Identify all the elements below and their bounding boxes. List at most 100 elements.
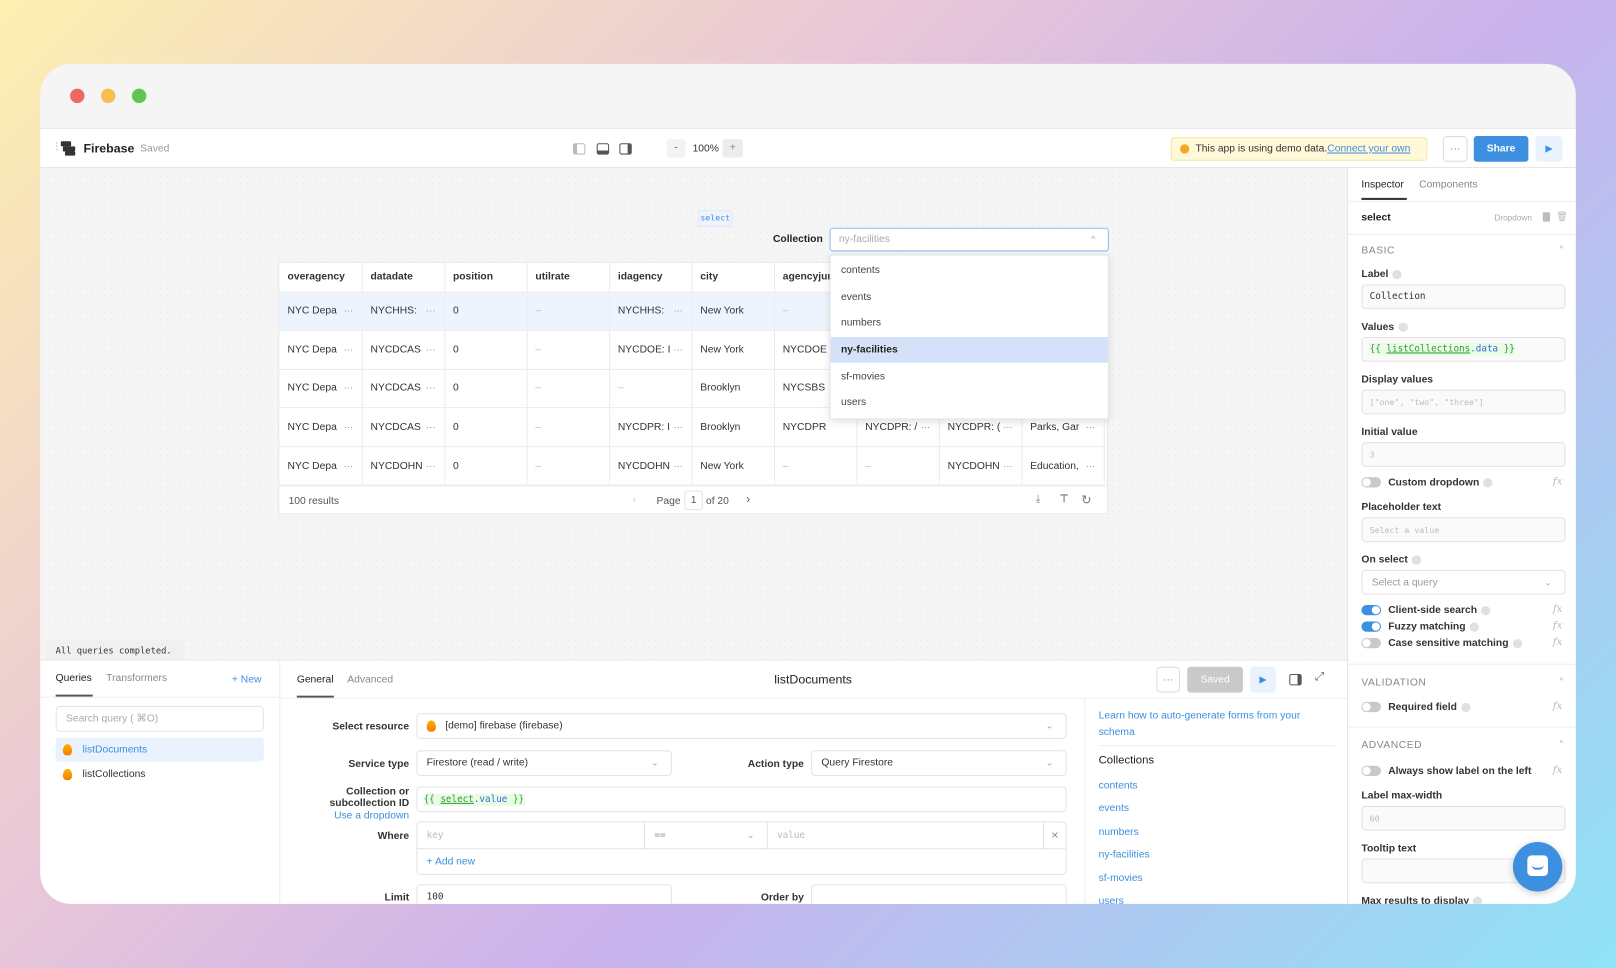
component-name-tag[interactable]: select bbox=[697, 210, 733, 227]
where-key-input[interactable]: key bbox=[427, 831, 444, 841]
share-button[interactable]: Share bbox=[1473, 136, 1529, 162]
toggle-side-panel-icon[interactable] bbox=[1289, 674, 1302, 686]
use-dropdown-link[interactable]: Use a dropdown bbox=[285, 810, 409, 821]
label-left-toggle[interactable] bbox=[1361, 765, 1382, 777]
expand-cell-icon[interactable]: ··· bbox=[344, 383, 353, 393]
collection-link[interactable]: ny-facilities bbox=[1099, 849, 1150, 860]
table-cell[interactable]: New York bbox=[691, 291, 775, 331]
filter-icon[interactable]: ⊤ bbox=[1059, 494, 1068, 505]
table-cell[interactable]: NYCDCAS ··· bbox=[361, 407, 445, 448]
table-cell[interactable]: NYCHHS: ··· bbox=[361, 291, 445, 331]
placeholder-text-input[interactable]: Select a value bbox=[1361, 517, 1566, 543]
expand-cell-icon[interactable]: ··· bbox=[1086, 460, 1095, 470]
refresh-icon[interactable]: ↻ bbox=[1081, 493, 1091, 507]
toggle-right-panel-icon[interactable] bbox=[619, 143, 632, 155]
collection-link[interactable]: sf-movies bbox=[1099, 872, 1143, 883]
dropdown-option[interactable]: users bbox=[831, 390, 1108, 416]
expand-cell-icon[interactable]: ··· bbox=[921, 422, 930, 432]
query-title[interactable]: listDocuments bbox=[720, 672, 906, 686]
client-side-search-toggle[interactable] bbox=[1361, 604, 1382, 616]
table-cell[interactable]: – bbox=[526, 407, 610, 448]
table-cell[interactable]: NYC Depa ··· bbox=[279, 446, 363, 486]
fx-icon[interactable]: fx bbox=[1553, 637, 1563, 648]
expand-cell-icon[interactable]: ··· bbox=[1086, 422, 1095, 432]
query-item-listDocuments[interactable]: listDocuments bbox=[55, 737, 264, 762]
page-input[interactable]: 1 bbox=[684, 490, 703, 511]
order-by-input[interactable] bbox=[811, 884, 1067, 904]
table-cell[interactable]: NYCDCAS ··· bbox=[361, 330, 445, 370]
table-cell[interactable]: NYC Depa ··· bbox=[279, 330, 363, 370]
expand-cell-icon[interactable]: ··· bbox=[426, 383, 435, 393]
initial-value-input[interactable]: 3 bbox=[1361, 442, 1566, 467]
expand-cell-icon[interactable]: ··· bbox=[1003, 460, 1012, 470]
table-cell[interactable]: – bbox=[526, 369, 610, 409]
expand-cell-icon[interactable]: ··· bbox=[426, 305, 435, 315]
chevron-up-icon[interactable]: ^ bbox=[1560, 739, 1564, 748]
dropdown-option[interactable]: contents bbox=[831, 258, 1108, 284]
tab-inspector[interactable]: Inspector bbox=[1361, 179, 1403, 190]
saved-button[interactable]: Saved bbox=[1187, 666, 1243, 693]
table-cell[interactable]: NYC Depa ··· bbox=[279, 369, 363, 409]
expand-cell-icon[interactable]: ··· bbox=[1003, 422, 1012, 432]
table-cell[interactable]: – bbox=[526, 446, 610, 486]
expand-cell-icon[interactable]: ··· bbox=[673, 460, 682, 470]
run-query-button[interactable]: ▶ bbox=[1250, 666, 1276, 693]
new-query-button[interactable]: + New bbox=[232, 674, 262, 685]
table-cell[interactable]: Education, ··· bbox=[1021, 446, 1105, 486]
collection-link[interactable]: numbers bbox=[1099, 826, 1139, 837]
dropdown-option[interactable]: ny-facilities bbox=[830, 336, 1108, 364]
search-query-input[interactable]: Search query ( ⌘O) bbox=[55, 705, 264, 732]
expand-icon[interactable]: ⤢ bbox=[1315, 671, 1324, 684]
table-cell[interactable]: NYCDCAS ··· bbox=[361, 369, 445, 409]
maximize-window-button[interactable] bbox=[131, 88, 147, 104]
tab-advanced[interactable]: Advanced bbox=[347, 674, 393, 685]
connect-your-own-link[interactable]: Connect your own bbox=[1327, 143, 1410, 154]
required-field-toggle[interactable] bbox=[1361, 701, 1382, 713]
table-cell[interactable]: – bbox=[856, 446, 940, 486]
section-basic[interactable]: BASIC bbox=[1361, 245, 1395, 256]
query-item-listCollections[interactable]: listCollections bbox=[56, 763, 264, 787]
table-cell[interactable]: – bbox=[773, 446, 857, 486]
collection-link[interactable]: events bbox=[1099, 803, 1129, 814]
expand-cell-icon[interactable]: ··· bbox=[673, 422, 682, 432]
expand-cell-icon[interactable]: ··· bbox=[673, 344, 682, 354]
table-cell[interactable]: 0 bbox=[444, 330, 528, 370]
minimize-window-button[interactable] bbox=[100, 88, 116, 104]
section-validation[interactable]: VALIDATION bbox=[1361, 677, 1426, 688]
query-more-button[interactable]: ··· bbox=[1156, 666, 1181, 693]
expand-cell-icon[interactable]: ··· bbox=[426, 422, 435, 432]
table-cell[interactable]: Brooklyn bbox=[691, 407, 775, 448]
learn-autogenerate-link[interactable]: Learn how to auto-generate forms from yo… bbox=[1099, 708, 1326, 741]
column-header[interactable]: overagency bbox=[279, 262, 363, 293]
collection-select[interactable]: ny-facilities ^ bbox=[829, 227, 1109, 252]
tab-general[interactable]: General bbox=[297, 674, 334, 685]
chat-support-button[interactable] bbox=[1512, 842, 1563, 892]
table-cell[interactable]: NYCDPR: I ··· bbox=[609, 407, 693, 448]
table-cell[interactable]: 0 bbox=[444, 407, 528, 448]
column-header[interactable]: utilrate bbox=[526, 262, 610, 293]
app-name[interactable]: Firebase bbox=[83, 141, 134, 155]
column-header[interactable]: datadate bbox=[361, 262, 445, 293]
action-type-select[interactable]: Query Firestore ⌄ bbox=[811, 750, 1067, 777]
table-cell[interactable]: 0 bbox=[444, 369, 528, 409]
close-window-button[interactable] bbox=[70, 88, 85, 104]
collection-link[interactable]: users bbox=[1099, 896, 1124, 904]
values-input[interactable]: {{ listCollections.data }} bbox=[1361, 337, 1566, 362]
fx-icon[interactable]: fx bbox=[1553, 701, 1563, 712]
component-name[interactable]: select bbox=[1361, 212, 1390, 223]
display-values-input[interactable]: ["one", "two", "three"] bbox=[1361, 389, 1566, 415]
add-where-button[interactable]: + Add new bbox=[427, 856, 475, 867]
service-type-select[interactable]: Firestore (read / write) ⌄ bbox=[416, 750, 672, 777]
tab-queries[interactable]: Queries bbox=[56, 673, 92, 684]
table-cell[interactable]: NYCDOE: I ··· bbox=[609, 330, 693, 370]
table-row[interactable]: NYC Depa ··· NYCDOHN ··· 0– NYCDOHN ··· New Yor… bbox=[279, 446, 1105, 486]
expand-cell-icon[interactable]: ··· bbox=[344, 460, 353, 470]
fx-icon[interactable]: fx bbox=[1553, 765, 1563, 776]
table-cell[interactable]: NYC Depa ··· bbox=[279, 291, 363, 331]
fx-icon[interactable]: fx bbox=[1553, 620, 1563, 631]
table-cell[interactable]: 0 bbox=[444, 446, 528, 486]
resource-select[interactable]: [demo] firebase (firebase) ⌄ bbox=[416, 713, 1067, 739]
fx-icon[interactable]: fx bbox=[1553, 476, 1563, 487]
dropdown-option[interactable]: numbers bbox=[831, 310, 1108, 336]
docs-icon[interactable] bbox=[1542, 212, 1551, 222]
